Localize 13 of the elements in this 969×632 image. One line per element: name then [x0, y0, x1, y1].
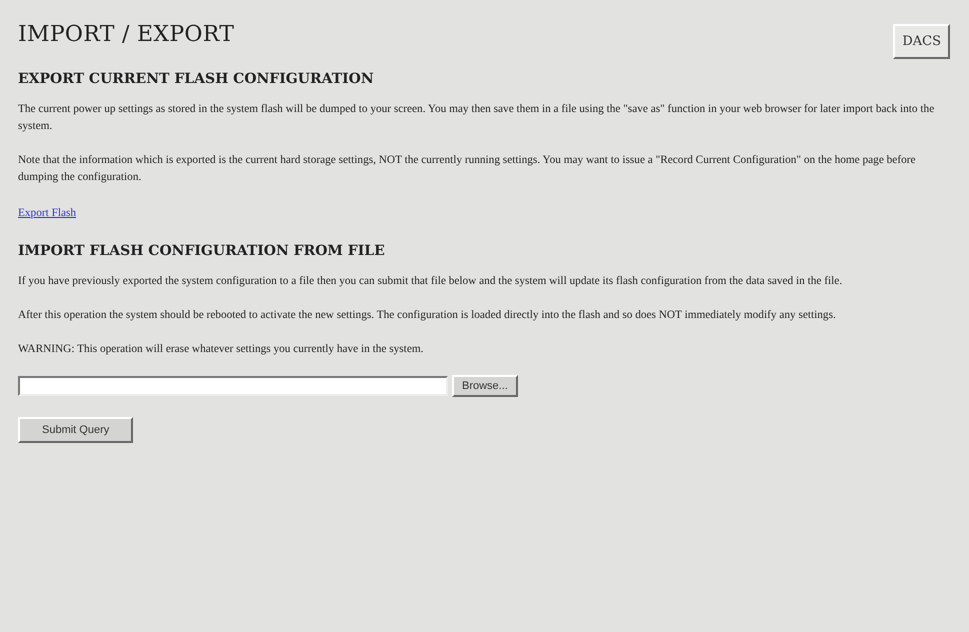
paragraph: After this operation the system should be rebooted to activate the new settings. The configuration is loaded directly into the flash and so does NOT immediately modify any settings. — [18, 308, 837, 323]
paragraph: The current power up settings as stored in the system flash will be dumped to your screen. You may then save them in a file using the "save as" function in your web browser for later import back into the system. — [18, 102, 936, 134]
submit-button[interactable]: Submit Query — [18, 417, 134, 443]
file-path-field[interactable] — [18, 376, 448, 396]
dacs-button[interactable]: DACS — [893, 24, 950, 59]
paragraph: If you have previously exported the system configuration to a file then you can submit that file below and the system will update its flash configuration from the data saved in the file. — [18, 274, 844, 289]
section-heading: IMPORT FLASH CONFIGURATION FROM FILE — [18, 243, 386, 259]
paragraph: WARNING: This operation will erase whatever settings you currently have in the system. — [18, 342, 424, 357]
paragraph: Note that the information which is exported is the current hard storage settings, NOT the currently running settings. You may want to issue a "Record Current Configuration" on the home page before dumping the configuration. — [18, 153, 917, 185]
export-link[interactable]: Export Flash — [18, 207, 76, 219]
page-title: IMPORT / EXPORT — [18, 22, 234, 47]
browse-button[interactable]: Browse... — [452, 375, 518, 397]
section-heading: EXPORT CURRENT FLASH CONFIGURATION — [18, 71, 375, 87]
